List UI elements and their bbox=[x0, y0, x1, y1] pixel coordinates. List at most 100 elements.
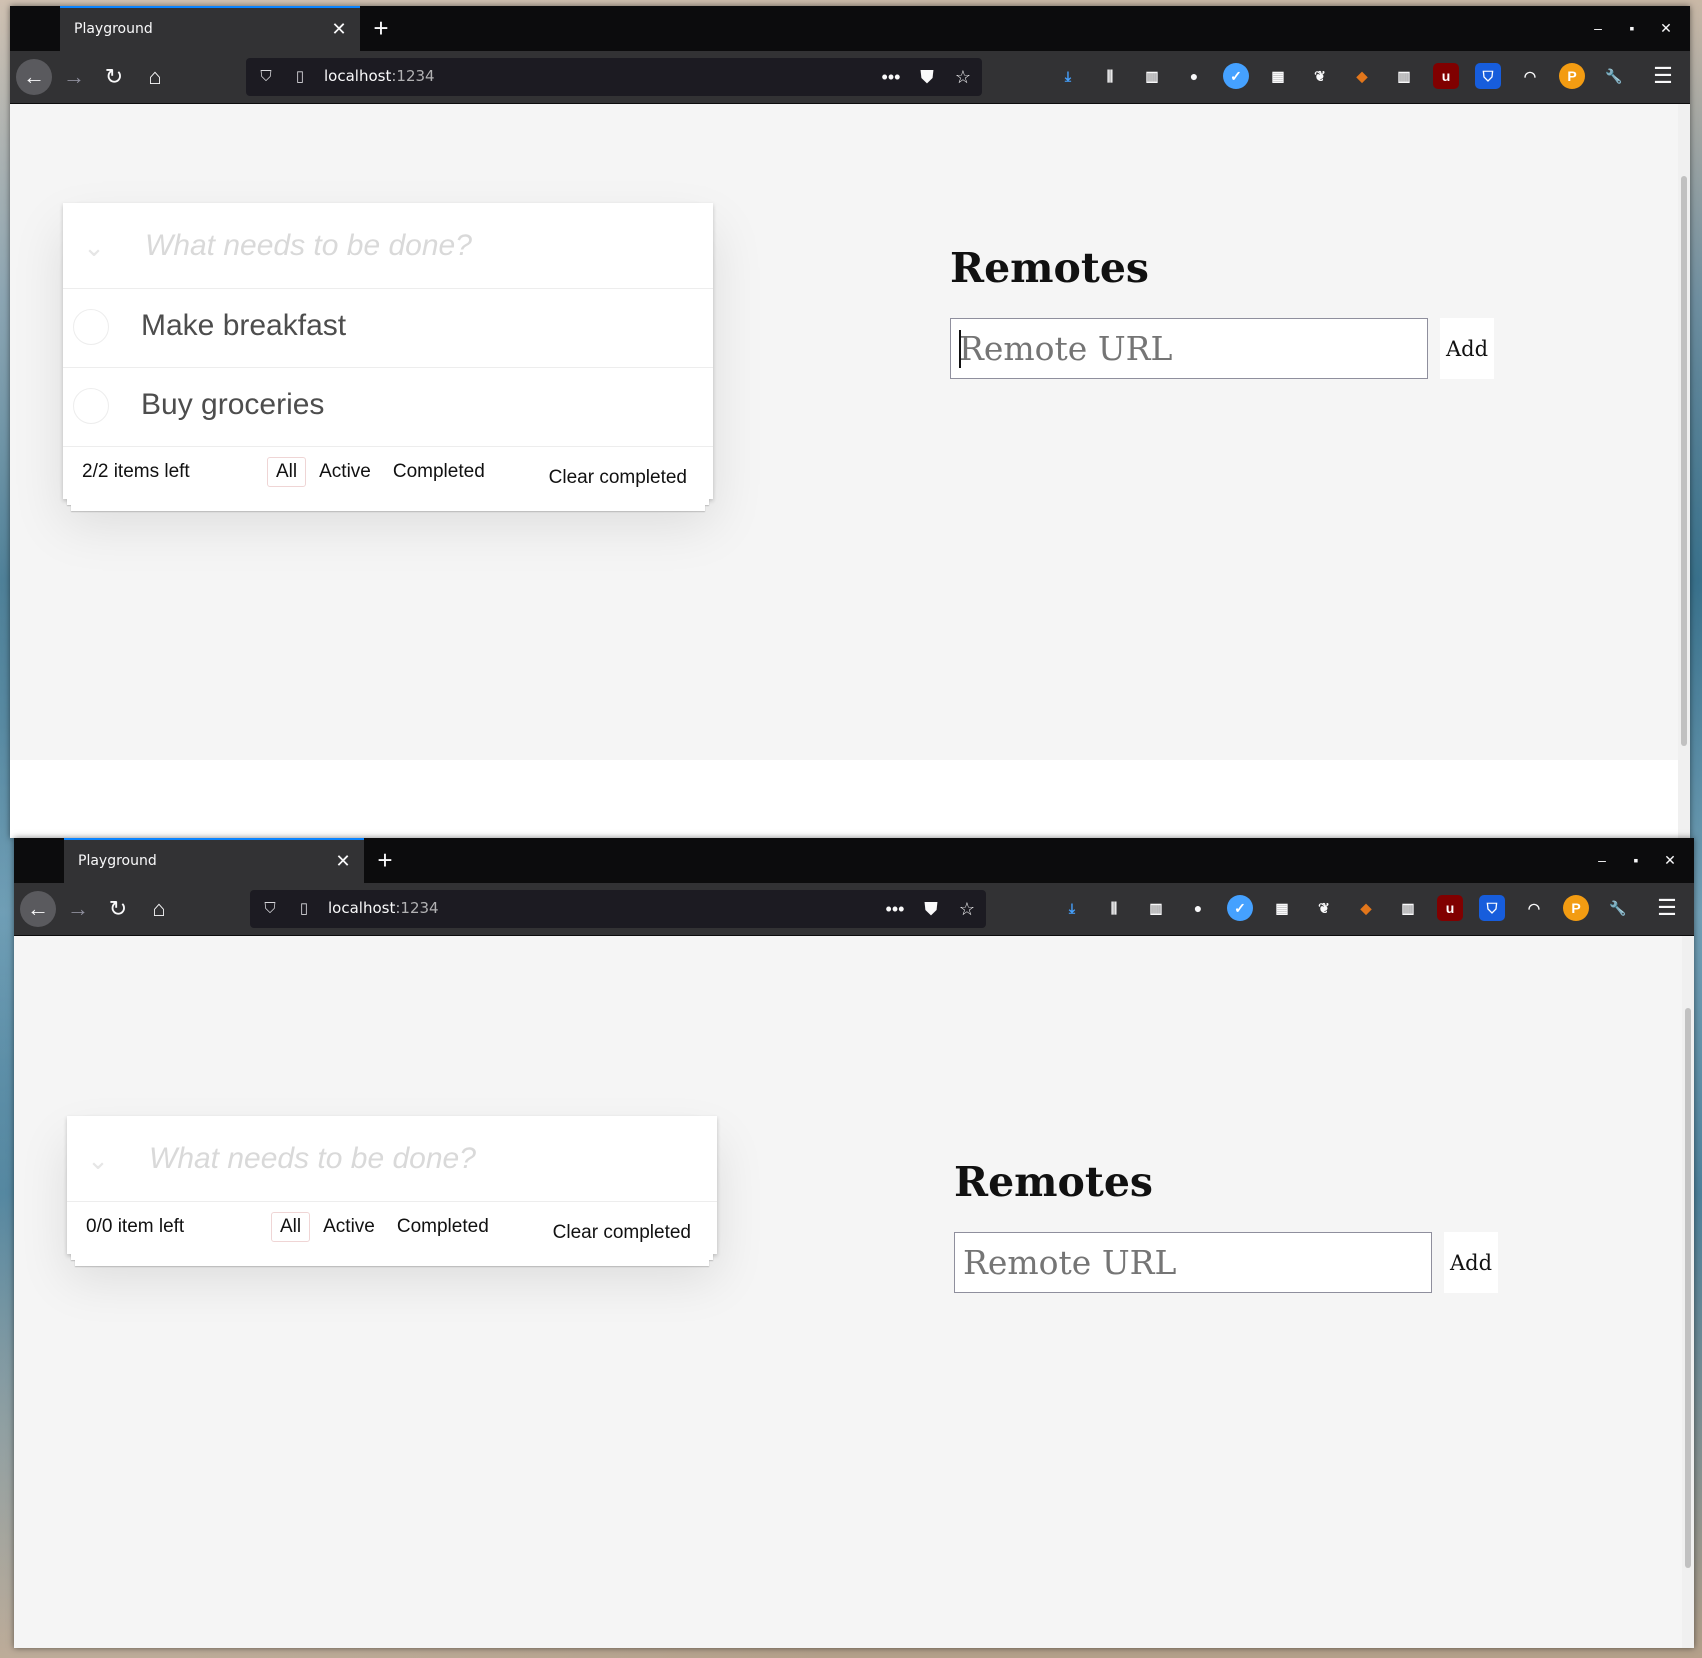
todo-count: 2/2 items left bbox=[82, 461, 190, 482]
url-bar[interactable]: ⛉ ▯ localhost:1234 ••• ⛊ ☆ bbox=[250, 890, 986, 928]
todo-label[interactable]: Buy groceries bbox=[141, 388, 324, 422]
wrench-icon[interactable]: 🔧 bbox=[1601, 63, 1627, 89]
minimize-icon[interactable]: – bbox=[1588, 18, 1608, 38]
paw-icon[interactable]: ❦ bbox=[1307, 63, 1333, 89]
url-text[interactable]: localhost:1234 bbox=[324, 67, 435, 85]
home-icon[interactable]: ⌂ bbox=[137, 59, 173, 95]
bookmark-star-icon[interactable]: ☆ bbox=[954, 897, 980, 921]
scrollbar[interactable] bbox=[1678, 104, 1690, 838]
hamburger-menu-icon[interactable]: ☰ bbox=[1654, 895, 1680, 921]
pocket-icon[interactable]: ⛊ bbox=[918, 897, 944, 921]
bitwarden-shield-icon[interactable]: ⛉ bbox=[1479, 895, 1505, 921]
tab-title: Playground bbox=[78, 853, 157, 869]
clear-completed-button[interactable]: Clear completed bbox=[553, 1222, 691, 1244]
window-close-icon[interactable]: ✕ bbox=[1660, 850, 1680, 870]
scrollbar-thumb[interactable] bbox=[1685, 1008, 1691, 1568]
chevron-down-icon[interactable]: ⌄ bbox=[82, 1144, 114, 1176]
mask-icon[interactable]: ◠ bbox=[1517, 63, 1543, 89]
filter-all[interactable]: All bbox=[271, 1212, 311, 1242]
sidebar-icon[interactable]: ▥ bbox=[1143, 895, 1169, 921]
remote-url-input[interactable] bbox=[954, 1232, 1432, 1293]
more-icon[interactable]: ••• bbox=[878, 65, 904, 89]
todo-label[interactable]: Make breakfast bbox=[141, 309, 346, 343]
tab-title: Playground bbox=[74, 21, 153, 37]
ublock-icon[interactable]: u bbox=[1433, 63, 1459, 89]
close-icon[interactable]: ✕ bbox=[332, 850, 354, 872]
reload-icon[interactable]: ↻ bbox=[96, 59, 132, 95]
close-icon[interactable]: ✕ bbox=[328, 18, 350, 40]
filter-active[interactable]: Active bbox=[310, 457, 380, 487]
maximize-icon[interactable]: ▪ bbox=[1622, 18, 1642, 38]
library-icon[interactable]: ⫼ bbox=[1101, 895, 1127, 921]
filter-active[interactable]: Active bbox=[314, 1212, 384, 1242]
grid-plus-icon[interactable]: ▦ bbox=[1265, 63, 1291, 89]
download-icon[interactable]: ⤓ bbox=[1059, 895, 1085, 921]
url-text[interactable]: localhost:1234 bbox=[328, 899, 439, 917]
url-bar[interactable]: ⛉ ▯ localhost:1234 ••• ⛊ ☆ bbox=[246, 58, 982, 96]
home-icon[interactable]: ⌂ bbox=[141, 891, 177, 927]
forward-arrow-icon[interactable]: → bbox=[60, 891, 96, 927]
account-icon[interactable]: ● bbox=[1181, 63, 1207, 89]
add-remote-button[interactable]: Add bbox=[1440, 318, 1494, 379]
clear-completed-button[interactable]: Clear completed bbox=[549, 467, 687, 489]
shield-icon[interactable]: ⛉ bbox=[256, 67, 276, 87]
compass-icon[interactable]: ✓ bbox=[1223, 63, 1249, 89]
todo-app: ⌄ Make breakfast Buy groceries 2/2 items… bbox=[63, 203, 713, 511]
ublock-icon[interactable]: u bbox=[1437, 895, 1463, 921]
hamburger-menu-icon[interactable]: ☰ bbox=[1650, 63, 1676, 89]
url-actions: ••• ⛊ ☆ bbox=[878, 65, 976, 89]
minimize-icon[interactable]: – bbox=[1592, 850, 1612, 870]
account-icon[interactable]: ● bbox=[1185, 895, 1211, 921]
scrollbar-thumb[interactable] bbox=[1681, 176, 1687, 746]
forward-arrow-icon[interactable]: → bbox=[56, 59, 92, 95]
shield-icon[interactable]: ⛉ bbox=[260, 899, 280, 919]
browser-window-top: Playground ✕ + – ▪ ✕ ← → ↻ ⌂ ⛉ ▯ localho… bbox=[10, 6, 1690, 838]
extensions-toolbar: ⤓ ⫼ ▥ ● ✓ ▦ ❦ ◆ ▥ u ⛉ ◠ P 🔧 bbox=[1059, 895, 1631, 921]
url-actions: ••• ⛊ ☆ bbox=[882, 897, 980, 921]
plus-icon[interactable]: + bbox=[367, 14, 395, 42]
new-todo-input[interactable] bbox=[147, 1138, 691, 1180]
filters: All Active Completed bbox=[271, 1212, 498, 1242]
pocket-p-icon[interactable]: P bbox=[1559, 63, 1585, 89]
todo-toggle-checkbox[interactable] bbox=[73, 309, 109, 345]
reload-icon[interactable]: ↻ bbox=[100, 891, 136, 927]
back-arrow-icon[interactable]: ← bbox=[20, 891, 56, 927]
sidebar-icon[interactable]: ▥ bbox=[1139, 63, 1165, 89]
download-icon[interactable]: ⤓ bbox=[1055, 63, 1081, 89]
tab-strip: Playground ✕ + – ▪ ✕ bbox=[10, 6, 1690, 51]
todo-toggle-checkbox[interactable] bbox=[73, 388, 109, 424]
mask-icon[interactable]: ◠ bbox=[1521, 895, 1547, 921]
maximize-icon[interactable]: ▪ bbox=[1626, 850, 1646, 870]
nav-toolbar: ← → ↻ ⌂ ⛉ ▯ localhost:1234 ••• ⛊ ☆ ⤓ ⫼ ▥… bbox=[10, 51, 1690, 104]
window-controls: – ▪ ✕ bbox=[1592, 850, 1680, 870]
bookmark-star-icon[interactable]: ☆ bbox=[950, 65, 976, 89]
paw-icon[interactable]: ❦ bbox=[1311, 895, 1337, 921]
wrench-icon[interactable]: 🔧 bbox=[1605, 895, 1631, 921]
page-icon[interactable]: ▯ bbox=[290, 67, 310, 87]
tab-playground[interactable]: Playground ✕ bbox=[64, 838, 364, 883]
more-icon[interactable]: ••• bbox=[882, 897, 908, 921]
bitwarden-shield-icon[interactable]: ⛉ bbox=[1475, 63, 1501, 89]
new-todo-input[interactable] bbox=[143, 225, 687, 267]
fox-icon[interactable]: ◆ bbox=[1349, 63, 1375, 89]
filter-completed[interactable]: Completed bbox=[384, 457, 494, 487]
chevron-down-icon[interactable]: ⌄ bbox=[78, 231, 110, 263]
add-remote-button[interactable]: Add bbox=[1444, 1232, 1498, 1293]
filter-completed[interactable]: Completed bbox=[388, 1212, 498, 1242]
compass-icon[interactable]: ✓ bbox=[1227, 895, 1253, 921]
fox-icon[interactable]: ◆ bbox=[1353, 895, 1379, 921]
plus-icon[interactable]: + bbox=[371, 846, 399, 874]
barcode-icon[interactable]: ▥ bbox=[1391, 63, 1417, 89]
barcode-icon[interactable]: ▥ bbox=[1395, 895, 1421, 921]
remote-url-input[interactable] bbox=[950, 318, 1428, 379]
pocket-p-icon[interactable]: P bbox=[1563, 895, 1589, 921]
tab-playground[interactable]: Playground ✕ bbox=[60, 6, 360, 51]
back-arrow-icon[interactable]: ← bbox=[16, 59, 52, 95]
filter-all[interactable]: All bbox=[267, 457, 307, 487]
page-icon[interactable]: ▯ bbox=[294, 899, 314, 919]
scrollbar[interactable] bbox=[1682, 936, 1694, 1648]
window-close-icon[interactable]: ✕ bbox=[1656, 18, 1676, 38]
library-icon[interactable]: ⫼ bbox=[1097, 63, 1123, 89]
pocket-icon[interactable]: ⛊ bbox=[914, 65, 940, 89]
grid-plus-icon[interactable]: ▦ bbox=[1269, 895, 1295, 921]
